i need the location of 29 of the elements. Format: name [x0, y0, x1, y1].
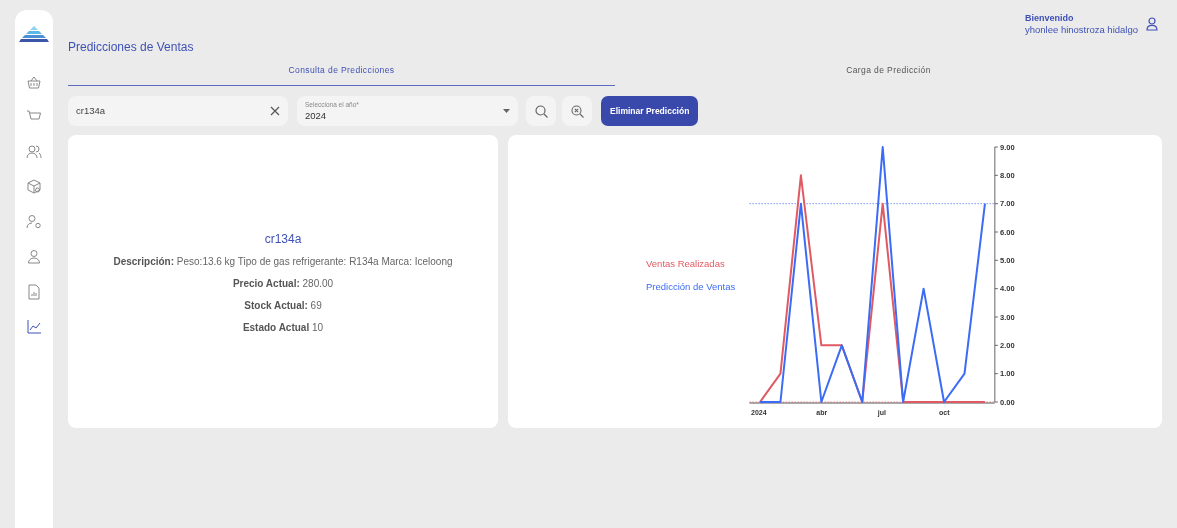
tab[interactable]: Carga de Predicción [615, 58, 1162, 87]
line-chart-icon[interactable] [26, 319, 42, 335]
product-detail: Estado Actual 10 [242, 320, 324, 335]
search-icon [534, 104, 548, 118]
product-detail: Precio Actual: 280.00 [232, 276, 334, 291]
product-detail: Stock Actual: 69 [244, 298, 322, 313]
legend-item: Predicción de Ventas [646, 280, 737, 295]
product-detail: Descripción: Peso:13.6 kg Tipo de gas refrigerante: R134a Marca: Iceloong [113, 254, 453, 269]
report-icon[interactable] [26, 284, 42, 300]
search-button[interactable] [526, 96, 556, 127]
dropdown-caret-icon [503, 109, 510, 114]
page-title: Predicciones de Ventas [68, 40, 194, 55]
zoom-clear-icon [570, 104, 584, 118]
logo-icon [19, 26, 49, 44]
product-name: cr134a [264, 230, 302, 248]
basket-icon[interactable] [26, 74, 42, 90]
delete-prediction-button[interactable]: Eliminar Predicción [601, 96, 699, 127]
user-icon[interactable] [26, 249, 42, 265]
search-field[interactable]: cr134a [68, 96, 288, 127]
package-icon[interactable] [26, 179, 42, 195]
clear-icon[interactable] [270, 106, 280, 117]
greeting: Bienvenido [1024, 14, 1075, 23]
legend-item: Ventas Realizadas [646, 256, 726, 271]
tab[interactable]: Consulta de Predicciones [68, 58, 615, 87]
user-name: yhonlee hinostroza hidalgo [1024, 25, 1138, 35]
user-settings-icon[interactable] [26, 214, 42, 230]
user-icon[interactable] [1146, 17, 1158, 31]
users-icon[interactable] [26, 144, 42, 160]
clear-search-button[interactable] [562, 96, 592, 127]
